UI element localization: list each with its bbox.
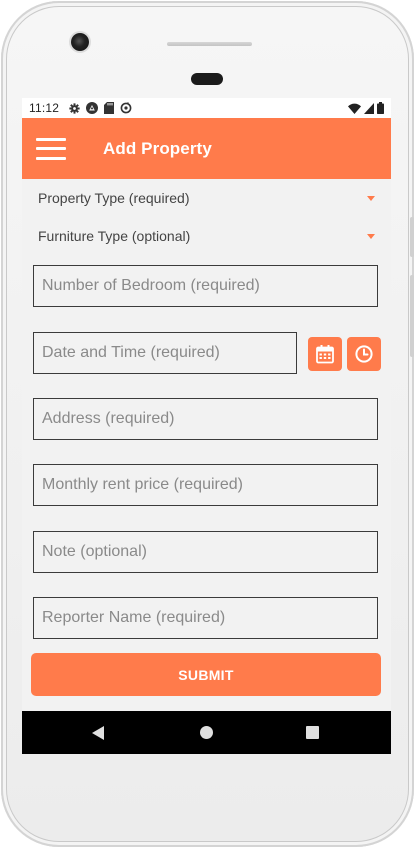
status-time: 11:12 xyxy=(29,101,60,115)
date-time-input[interactable] xyxy=(33,332,297,374)
notification-icons xyxy=(69,102,132,114)
time-button[interactable] xyxy=(347,337,381,371)
page-title: Add Property xyxy=(103,138,212,158)
sd-card-icon xyxy=(104,102,115,114)
furniture-type-dropdown[interactable]: Furniture Type (optional) xyxy=(38,223,375,249)
hamburger-menu-icon[interactable] xyxy=(36,137,66,160)
property-type-label: Property Type (required) xyxy=(38,190,190,206)
home-icon[interactable] xyxy=(200,726,213,739)
app-bar: Add Property xyxy=(22,118,391,179)
note-input[interactable] xyxy=(33,531,378,573)
calendar-button[interactable] xyxy=(308,337,342,371)
add-property-form: Property Type (required) Furniture Type … xyxy=(22,179,391,710)
android-icon xyxy=(86,102,99,114)
dropdown-arrow-icon xyxy=(367,233,375,239)
address-input[interactable] xyxy=(33,398,378,440)
sync-icon xyxy=(120,102,132,114)
gear-icon xyxy=(69,102,80,114)
front-camera xyxy=(71,33,89,51)
recents-icon[interactable] xyxy=(306,726,319,739)
wifi-icon xyxy=(348,103,361,114)
screen: 11:12 Add Property Property Type (requir… xyxy=(22,98,391,754)
earpiece-speaker xyxy=(191,73,223,85)
phone-frame: 11:12 Add Property Property Type (requir… xyxy=(1,1,414,847)
battery-icon xyxy=(377,102,384,114)
system-icons xyxy=(348,102,384,114)
calendar-icon xyxy=(316,345,334,364)
status-bar: 11:12 xyxy=(22,98,391,118)
back-icon[interactable] xyxy=(92,726,104,740)
volume-button xyxy=(410,275,414,357)
clock-icon xyxy=(355,345,373,363)
navigation-bar xyxy=(22,711,391,754)
dropdown-arrow-icon xyxy=(367,195,375,201)
property-type-dropdown[interactable]: Property Type (required) xyxy=(38,185,375,211)
cellular-signal-icon xyxy=(364,102,374,114)
reporter-name-input[interactable] xyxy=(33,597,378,639)
proximity-sensor xyxy=(167,42,252,46)
furniture-type-label: Furniture Type (optional) xyxy=(38,228,191,244)
power-button xyxy=(410,217,414,257)
submit-button[interactable]: SUBMIT xyxy=(31,653,381,696)
monthly-rent-input[interactable] xyxy=(33,464,378,506)
bedrooms-input[interactable] xyxy=(33,265,378,307)
